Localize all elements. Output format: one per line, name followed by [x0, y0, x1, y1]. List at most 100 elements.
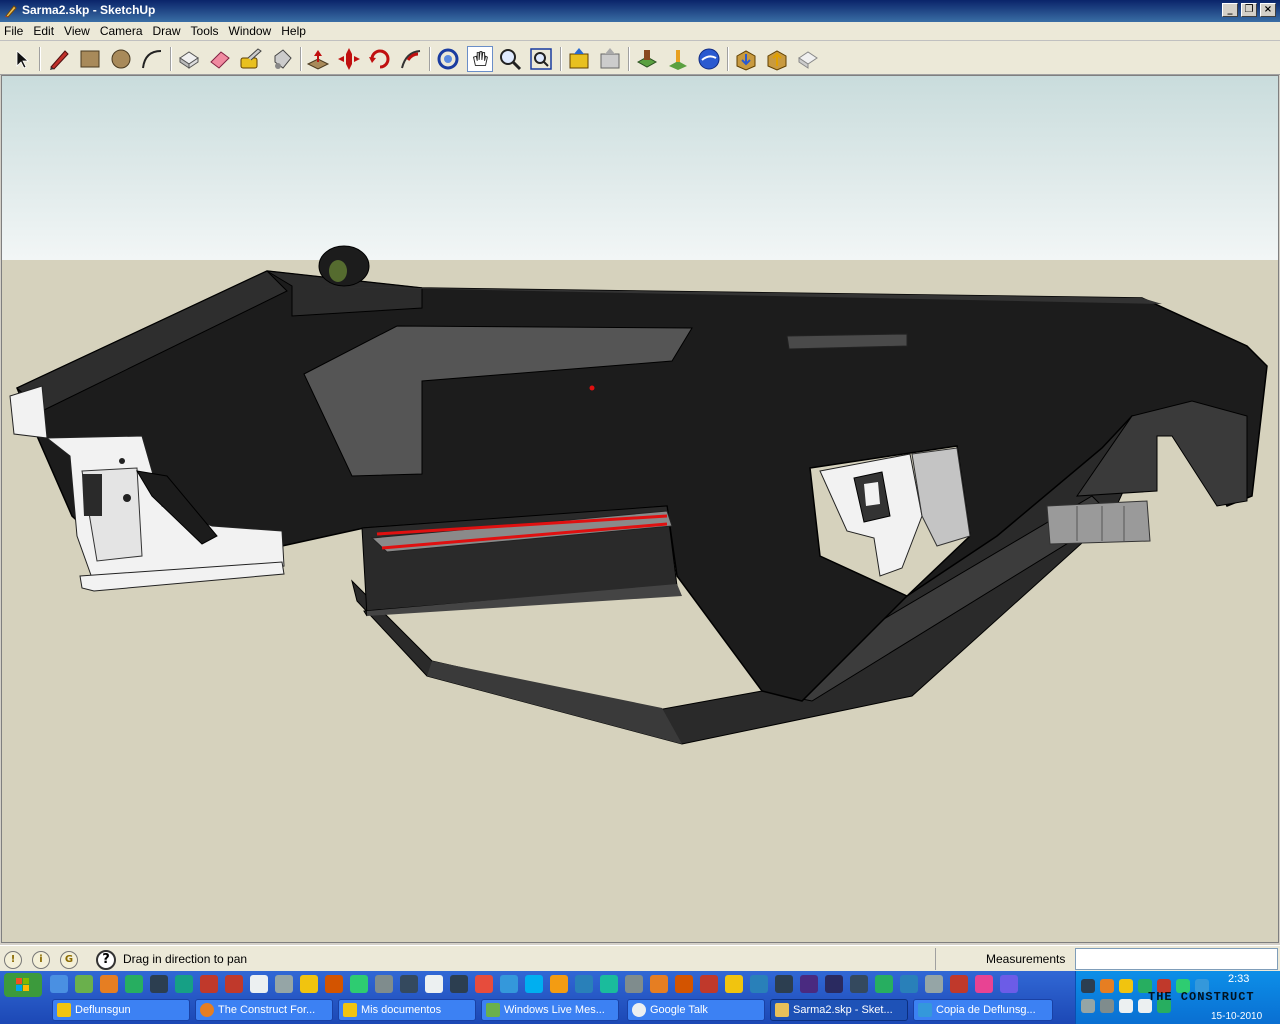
share-model-icon[interactable]	[764, 46, 790, 72]
select-tool-icon[interactable]	[8, 46, 34, 72]
quicklaunch-app13-icon[interactable]	[650, 975, 668, 993]
push-pull-icon[interactable]	[305, 46, 331, 72]
quicklaunch-skype-icon[interactable]	[525, 975, 543, 993]
quicklaunch-app12-icon[interactable]	[625, 975, 643, 993]
quicklaunch-app6-icon[interactable]	[400, 975, 418, 993]
task-firefox[interactable]: The Construct For...	[195, 999, 333, 1021]
quicklaunch-premiere-icon[interactable]	[800, 975, 818, 993]
quicklaunch-app5-icon[interactable]	[375, 975, 393, 993]
user-icon[interactable]: G	[60, 951, 78, 969]
make-component-icon[interactable]	[176, 46, 202, 72]
move-icon[interactable]	[336, 46, 362, 72]
menu-view[interactable]: View	[59, 22, 95, 38]
menu-help[interactable]: Help	[276, 22, 311, 38]
task-deflunsgun[interactable]: Deflunsgun	[52, 999, 190, 1021]
follow-me-icon[interactable]	[398, 46, 424, 72]
task-mis-documentos[interactable]: Mis documentos	[338, 999, 476, 1021]
orbit-icon[interactable]	[435, 46, 461, 72]
tape-measure-icon[interactable]	[238, 46, 264, 72]
tray-shield-icon[interactable]	[1119, 979, 1133, 993]
quicklaunch-dvd-icon[interactable]	[200, 975, 218, 993]
quicklaunch-app8-icon[interactable]	[500, 975, 518, 993]
viewport-canvas[interactable]	[2, 76, 1279, 943]
quicklaunch-app15-icon[interactable]	[700, 975, 718, 993]
minimize-button[interactable]: _	[1222, 3, 1238, 17]
quicklaunch-app16-icon[interactable]	[750, 975, 768, 993]
task-sketchup[interactable]: Sarma2.skp - Sket...	[770, 999, 908, 1021]
tray-usb-icon[interactable]	[1081, 999, 1095, 1013]
quicklaunch-app7-icon[interactable]	[475, 975, 493, 993]
menu-draw[interactable]: Draw	[148, 22, 186, 38]
circle-icon[interactable]	[108, 46, 134, 72]
pan-icon[interactable]	[467, 46, 493, 72]
clock-time[interactable]: 2:33	[1228, 973, 1249, 985]
menu-edit[interactable]: Edit	[28, 22, 59, 38]
arc-icon[interactable]	[139, 46, 165, 72]
credits-icon[interactable]: i	[32, 951, 50, 969]
quicklaunch-app9-icon[interactable]	[550, 975, 568, 993]
status-bar: ! i G ? Drag in direction to pan Measure…	[0, 945, 1280, 971]
quicklaunch-steam-icon[interactable]	[775, 975, 793, 993]
quicklaunch-app19-icon[interactable]	[950, 975, 968, 993]
zoom-extents-icon[interactable]	[528, 46, 554, 72]
menu-camera[interactable]: Camera	[95, 22, 148, 38]
quicklaunch-app10-icon[interactable]	[575, 975, 593, 993]
previous-view-icon[interactable]	[566, 46, 592, 72]
tray-talk-icon[interactable]	[1119, 999, 1133, 1013]
quicklaunch-media-icon[interactable]	[150, 975, 168, 993]
quicklaunch-folder-icon[interactable]	[725, 975, 743, 993]
quicklaunch-media2-icon[interactable]	[175, 975, 193, 993]
quicklaunch-chrome-icon[interactable]	[875, 975, 893, 993]
quicklaunch-app20-icon[interactable]	[975, 975, 993, 993]
menu-tools[interactable]: Tools	[186, 22, 224, 38]
geo-location-icon[interactable]: !	[4, 951, 22, 969]
quicklaunch-app3-icon[interactable]	[325, 975, 343, 993]
pencil-line-icon[interactable]	[46, 46, 72, 72]
quicklaunch-ie-icon[interactable]	[50, 975, 68, 993]
quicklaunch-tool-icon[interactable]	[275, 975, 293, 993]
next-view-icon[interactable]	[597, 46, 623, 72]
paint-bucket-icon[interactable]	[269, 46, 295, 72]
quicklaunch-app-icon[interactable]	[125, 975, 143, 993]
tray-app-icon[interactable]	[1100, 979, 1114, 993]
quicklaunch-app17-icon[interactable]	[850, 975, 868, 993]
zoom-icon[interactable]	[497, 46, 523, 72]
clock-date[interactable]: 15-10-2010	[1211, 1011, 1262, 1022]
quicklaunch-app11-icon[interactable]	[600, 975, 618, 993]
quicklaunch-app4-icon[interactable]	[350, 975, 368, 993]
rectangle-icon[interactable]	[77, 46, 103, 72]
quicklaunch-aftereffects-icon[interactable]	[825, 975, 843, 993]
close-button[interactable]: ×	[1260, 3, 1276, 17]
quicklaunch-window-icon[interactable]	[250, 975, 268, 993]
quicklaunch-app2-icon[interactable]	[300, 975, 318, 993]
get-models-icon[interactable]	[733, 46, 759, 72]
tray-steam-icon[interactable]	[1081, 979, 1095, 993]
quicklaunch-app18-icon[interactable]	[900, 975, 918, 993]
quicklaunch-firefox-icon[interactable]	[100, 975, 118, 993]
add-location-icon[interactable]	[634, 46, 660, 72]
rotate-icon[interactable]	[367, 46, 393, 72]
tray-audio-icon[interactable]	[1100, 999, 1114, 1013]
task-google-talk[interactable]: Google Talk	[627, 999, 765, 1021]
task-copia-deflunsg[interactable]: Copia de Deflunsg...	[913, 999, 1053, 1021]
menu-window[interactable]: Window	[224, 22, 277, 38]
toggle-terrain-icon[interactable]	[665, 46, 691, 72]
google-earth-icon[interactable]	[696, 46, 722, 72]
maximize-button[interactable]: ❐	[1241, 3, 1257, 17]
start-button[interactable]	[4, 973, 42, 997]
menu-file[interactable]: File	[0, 22, 28, 38]
task-messenger[interactable]: Windows Live Mes...	[481, 999, 619, 1021]
share-component-icon[interactable]	[795, 46, 821, 72]
quicklaunch-app21-icon[interactable]	[1000, 975, 1018, 993]
eraser-icon[interactable]	[207, 46, 233, 72]
quicklaunch-chat-icon[interactable]	[425, 975, 443, 993]
quicklaunch-messenger-icon[interactable]	[75, 975, 93, 993]
measurements-input[interactable]	[1075, 948, 1278, 970]
help-icon[interactable]: ?	[96, 950, 116, 970]
quicklaunch-settings-icon[interactable]	[925, 975, 943, 993]
modeling-viewport[interactable]	[1, 75, 1279, 943]
quicklaunch-terminal-icon[interactable]	[450, 975, 468, 993]
quicklaunch-app14-icon[interactable]	[675, 975, 693, 993]
quicklaunch-dvd2-icon[interactable]	[225, 975, 243, 993]
sketchup-icon	[775, 1003, 789, 1017]
